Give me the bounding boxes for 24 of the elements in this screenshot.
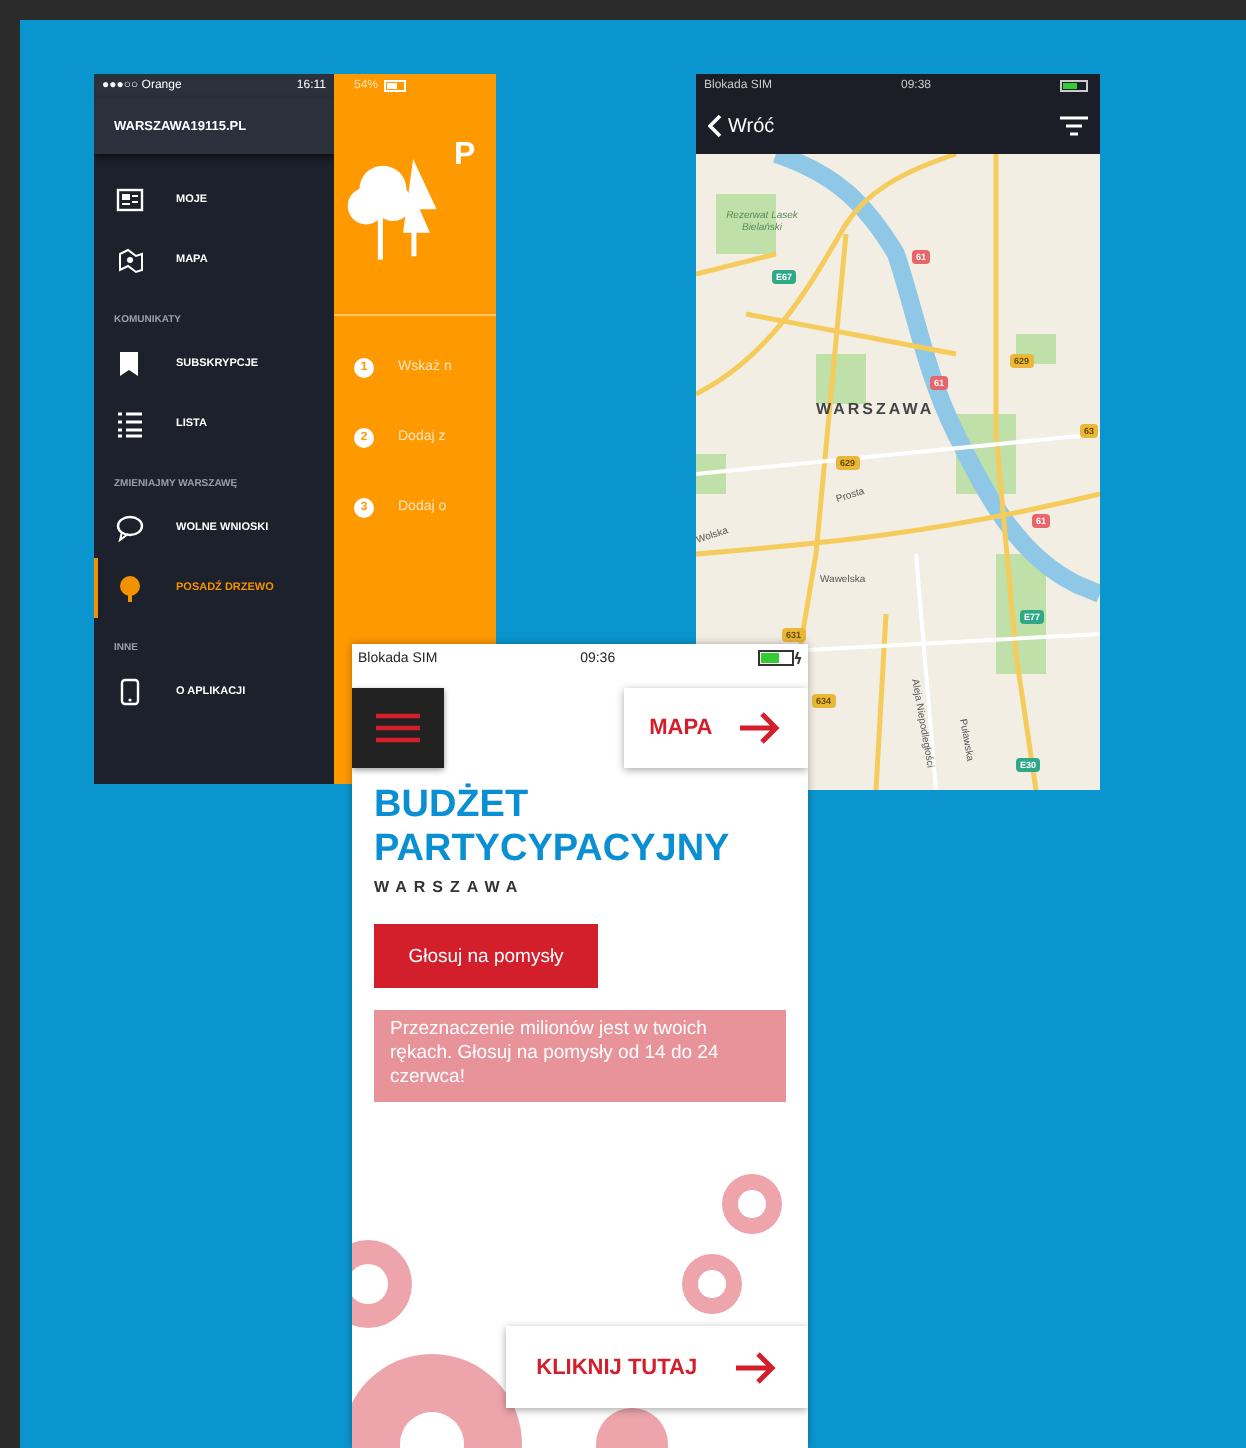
page-subtitle: WARSZAWA bbox=[374, 878, 527, 896]
bookmark-icon bbox=[116, 350, 144, 378]
back-button[interactable]: Wróć bbox=[708, 114, 775, 138]
speech-bubble-icon bbox=[116, 514, 144, 542]
click-here-button[interactable]: KLIKNIJ TUTAJ bbox=[506, 1326, 808, 1408]
phone-icon bbox=[116, 678, 144, 706]
battery-icon bbox=[758, 650, 802, 666]
filter-icon[interactable] bbox=[1060, 116, 1088, 136]
arrow-icon bbox=[738, 712, 783, 744]
tree-icon bbox=[116, 574, 144, 602]
vote-button[interactable]: Głosuj na pomysły bbox=[374, 924, 598, 988]
map-button[interactable]: MAPA bbox=[624, 688, 808, 768]
list-icon bbox=[116, 410, 144, 438]
battery-icon bbox=[384, 80, 409, 92]
newspaper-icon bbox=[116, 186, 144, 214]
map-pin-icon bbox=[116, 246, 144, 274]
arrow-icon bbox=[733, 1351, 778, 1383]
battery-icon bbox=[1059, 80, 1092, 92]
panel-title: P bbox=[454, 138, 476, 174]
notice-banner: Przeznaczenie milionów jest w twoich rękach. Głosuj na pomysły od 14 do 24 czerwca! bbox=[374, 1010, 786, 1102]
page-title: BUDŻET PARTYCYPACYJNY bbox=[374, 784, 732, 872]
menu-icon bbox=[374, 712, 422, 744]
chevron-left-icon bbox=[708, 114, 722, 138]
menu-button[interactable] bbox=[352, 688, 444, 768]
